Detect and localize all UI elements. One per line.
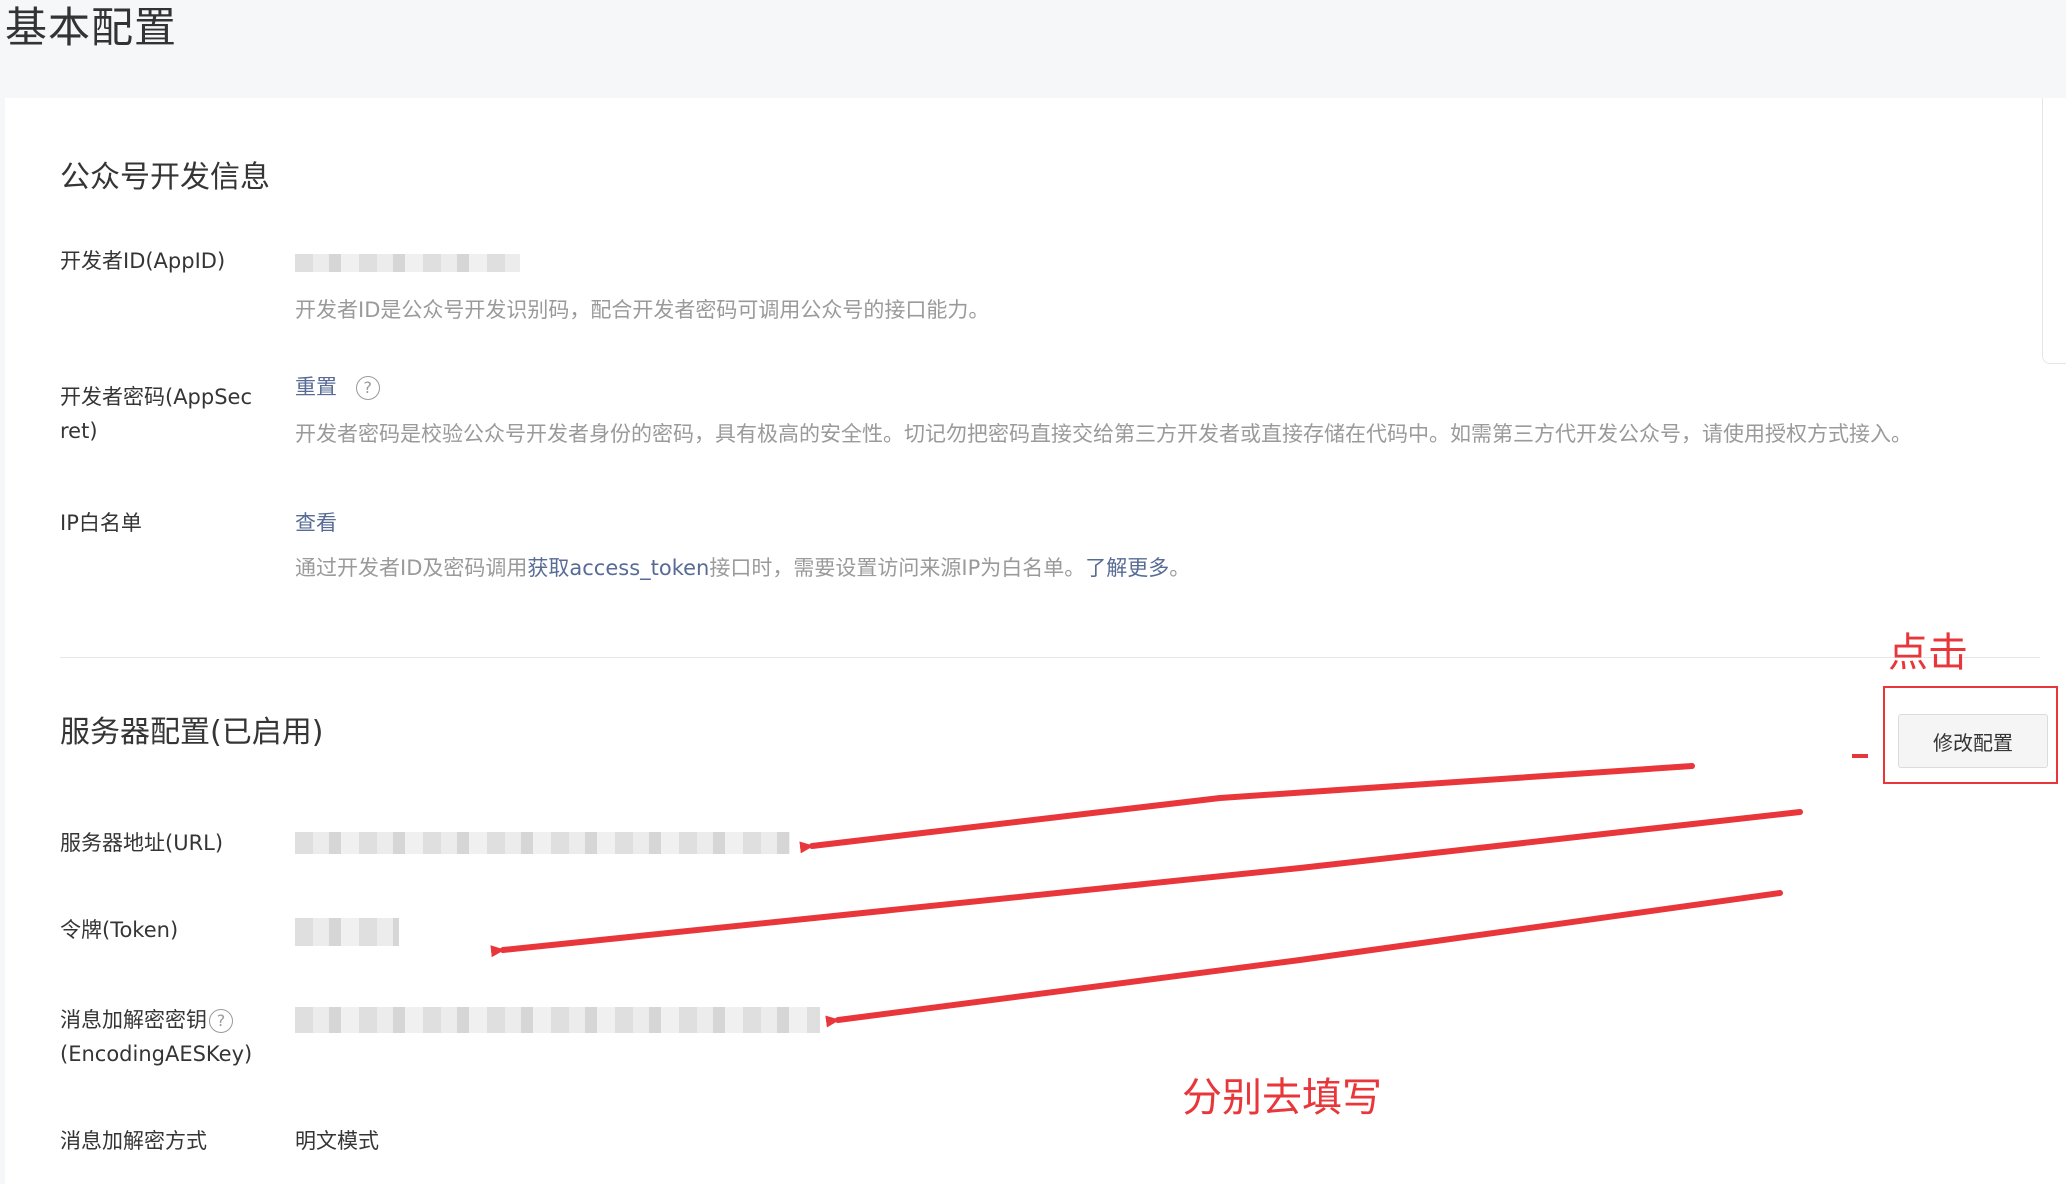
token-masked-value bbox=[295, 918, 399, 946]
ip-whitelist-label: IP白名单 bbox=[60, 511, 142, 535]
annotation-dash bbox=[1852, 754, 1868, 758]
appsecret-desc: 开发者密码是校验公众号开发者身份的密码，具有极高的安全性。切记勿把密码直接交给第… bbox=[295, 422, 1912, 446]
dev-info-title: 公众号开发信息 bbox=[60, 160, 270, 195]
ip-desc-middle: 接口时，需要设置访问来源IP为白名单。 bbox=[709, 556, 1086, 580]
aes-key-label-row: 消息加解密密钥? bbox=[60, 1003, 252, 1037]
appid-value-area bbox=[295, 254, 520, 272]
learn-more-link[interactable]: 了解更多 bbox=[1085, 556, 1169, 580]
appid-desc: 开发者ID是公众号开发识别码，配合开发者密码可调用公众号的接口能力。 bbox=[295, 298, 990, 322]
encrypt-mode-label: 消息加解密方式 bbox=[60, 1129, 207, 1153]
appsecret-actions: 重置 ? bbox=[295, 370, 380, 404]
annotation-click-text: 点击 bbox=[1888, 630, 1968, 676]
annotation-highlight-box bbox=[1883, 686, 2058, 784]
encrypt-mode-value: 明文模式 bbox=[295, 1129, 379, 1153]
page-title: 基本配置 bbox=[5, 3, 178, 52]
appsecret-label-line2: ret) bbox=[60, 419, 98, 443]
ip-desc-prefix: 通过开发者ID及密码调用 bbox=[295, 556, 528, 580]
appid-masked-value bbox=[295, 254, 520, 272]
section-divider bbox=[60, 657, 2040, 658]
token-value-area bbox=[295, 918, 399, 946]
appid-label: 开发者ID(AppID) bbox=[60, 249, 226, 273]
ip-desc-suffix: 。 bbox=[1169, 556, 1191, 580]
appsecret-label: 开发者密码(AppSec ret) bbox=[60, 380, 252, 448]
aes-key-label: 消息加解密密钥? (EncodingAESKey) bbox=[60, 1003, 252, 1071]
token-label: 令牌(Token) bbox=[60, 918, 179, 942]
annotation-fill-text: 分别去填写 bbox=[1182, 1075, 1382, 1121]
aes-key-masked-value bbox=[295, 1007, 820, 1033]
scroll-edge bbox=[2042, 98, 2066, 364]
aes-key-label-line2: (EncodingAESKey) bbox=[60, 1042, 253, 1066]
help-icon[interactable]: ? bbox=[355, 376, 380, 400]
appsecret-label-line1: 开发者密码(AppSec bbox=[60, 385, 253, 409]
reset-link[interactable]: 重置 bbox=[295, 375, 337, 399]
aes-key-value-area bbox=[295, 1007, 820, 1033]
view-link[interactable]: 查看 bbox=[295, 506, 337, 540]
server-config-title: 服务器配置(已启用) bbox=[60, 715, 324, 750]
aes-key-label-line1: 消息加解密密钥 bbox=[60, 1008, 207, 1032]
url-masked-value bbox=[295, 832, 790, 854]
aes-help-icon[interactable]: ? bbox=[209, 1009, 233, 1033]
access-token-link[interactable]: 获取access_token bbox=[527, 556, 709, 580]
ip-whitelist-desc: 通过开发者ID及密码调用获取access_token接口时，需要设置访问来源IP… bbox=[295, 552, 1190, 584]
url-label: 服务器地址(URL) bbox=[60, 831, 224, 855]
url-value-area bbox=[295, 832, 790, 854]
page: 基本配置 公众号开发信息 开发者ID(AppID) 开发者ID是公众号开发识别码… bbox=[0, 0, 2066, 1184]
